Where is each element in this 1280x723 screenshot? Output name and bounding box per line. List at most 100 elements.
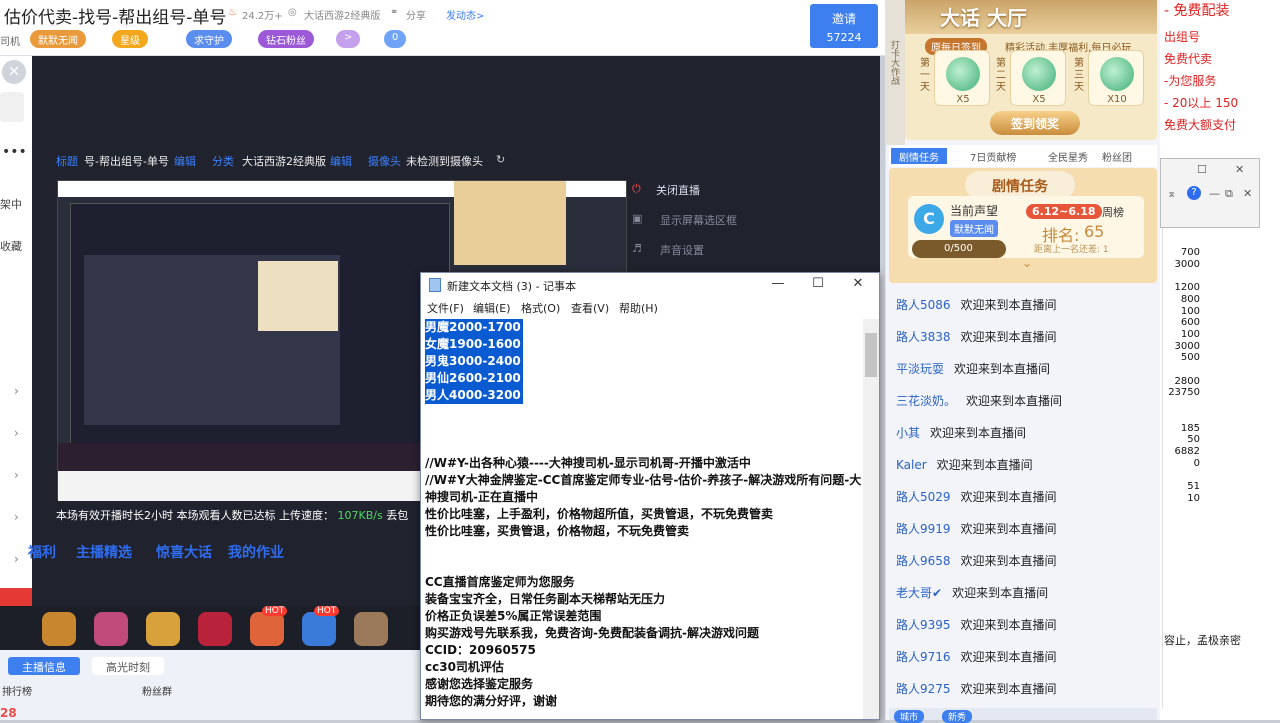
notepad-text-area[interactable]: 男魔2000-1700 女魔1900-1600 男鬼3000-2400 男仙26… (425, 319, 863, 717)
signin-claim-button[interactable]: 签到领奖 (990, 111, 1080, 135)
cell-value[interactable]: 700 (1164, 247, 1200, 258)
gift-item[interactable] (302, 612, 336, 646)
input-fragment[interactable] (0, 92, 24, 122)
edit-title-link[interactable]: 编辑 (174, 153, 196, 169)
minimize-button[interactable]: — (763, 276, 793, 294)
cell-value[interactable]: 500 (1164, 352, 1200, 363)
chat-username[interactable]: 平淡玩耍 (896, 362, 944, 376)
tab-highlights[interactable]: 高光时刻 (92, 657, 164, 675)
tab-7day-contrib[interactable]: 7日贡献榜 (962, 148, 1024, 164)
sound-settings-button[interactable]: 声音设置 (660, 242, 704, 258)
leaderboard-link[interactable]: 排行榜 (2, 683, 32, 698)
cell-value[interactable]: 2800 (1164, 376, 1200, 387)
menu-file[interactable]: 文件(F) (427, 300, 464, 316)
chat-username[interactable]: 路人5086 (896, 298, 951, 312)
expand-chevron-icon[interactable]: ⌄ (1022, 256, 1032, 270)
chat-username[interactable]: 路人3838 (896, 330, 951, 344)
badge-fans-count[interactable]: 0 (384, 30, 407, 48)
close-icon[interactable]: ✕ (1243, 187, 1252, 200)
chat-username[interactable]: 路人9658 (896, 554, 951, 568)
refresh-icon[interactable]: ↻ (496, 153, 505, 166)
city-button[interactable]: 城市 (894, 710, 925, 723)
surprise-tile[interactable]: 惊喜大话 (156, 542, 212, 562)
menu-help[interactable]: 帮助(H) (619, 300, 658, 316)
cell-value[interactable]: 0 (1164, 458, 1200, 469)
chevron-right-icon[interactable]: › (14, 468, 19, 482)
more-icon[interactable]: ••• (2, 144, 27, 160)
help-icon[interactable]: ? (1187, 186, 1201, 200)
cell-value[interactable]: 23750 (1164, 387, 1200, 398)
chat-username[interactable]: Kaler (896, 458, 927, 472)
sidebar-item[interactable]: 架中 (0, 196, 22, 212)
close-icon[interactable]: ✕ (1235, 163, 1244, 176)
cell-value[interactable]: 185 (1164, 423, 1200, 434)
restore-icon[interactable]: ⧉ (1225, 187, 1233, 201)
badge-fame[interactable]: 默默无闻 (30, 30, 86, 48)
chevron-right-icon[interactable]: › (14, 510, 19, 524)
maximize-button[interactable]: ☐ (803, 276, 833, 294)
invite-button[interactable]: 邀请 57224 (810, 4, 878, 48)
edit-category-link[interactable]: 编辑 (330, 153, 352, 169)
cell-value[interactable]: 50 (1164, 434, 1200, 445)
gift-item[interactable] (94, 612, 128, 646)
cell-value[interactable]: 6882 (1164, 446, 1200, 457)
tab-fan-club[interactable]: 粉丝团 (1094, 148, 1140, 164)
cell-value[interactable]: 3000 (1164, 341, 1200, 352)
chevron-right-icon[interactable]: › (14, 552, 19, 566)
homework-tile[interactable]: 我的作业 (228, 542, 284, 562)
menu-view[interactable]: 查看(V) (571, 300, 609, 316)
chat-username[interactable]: 路人9395 (896, 618, 951, 632)
scrollbar-thumb[interactable] (865, 333, 877, 377)
gift-item[interactable] (42, 612, 76, 646)
share-button[interactable]: 分享 (406, 7, 426, 22)
post-dynamic-link[interactable]: 发动态> (446, 7, 484, 22)
badge-star[interactable]: 星级 (112, 30, 148, 48)
close-icon[interactable]: ✕ (2, 60, 26, 84)
chevron-right-icon[interactable]: › (14, 426, 19, 440)
chat-username[interactable]: 路人9919 (896, 522, 951, 536)
notepad-scrollbar[interactable] (863, 319, 879, 719)
chat-username[interactable]: 路人5029 (896, 490, 951, 504)
tab-anchor-info[interactable]: 主播信息 (8, 657, 80, 675)
notepad-titlebar[interactable]: 新建文本文档 (3) - 记事本 — ☐ ✕ (421, 273, 879, 297)
badge-diamond-fan[interactable]: 钻石粉丝 (258, 30, 314, 48)
signin-day-3[interactable]: X10 (1088, 50, 1144, 106)
rookie-button[interactable]: 新秀 (942, 710, 973, 723)
cell-value[interactable]: 800 (1164, 294, 1200, 305)
welfare-tile[interactable]: 福利 (28, 542, 56, 562)
tab-star-show[interactable]: 全民星秀 (1040, 148, 1096, 164)
signin-day-1[interactable]: X5 (934, 50, 990, 106)
anchor-picks-tile[interactable]: 主播精选 (76, 542, 132, 562)
gift-item[interactable] (250, 612, 284, 646)
menu-edit[interactable]: 编辑(E) (473, 300, 511, 316)
chat-username[interactable]: 路人9716 (896, 650, 951, 664)
badge-more[interactable]: > (336, 30, 361, 48)
stop-live-button[interactable]: 关闭直播 (656, 182, 700, 198)
cell-value[interactable]: 10 (1164, 493, 1200, 504)
cell-value[interactable]: 600 (1164, 317, 1200, 328)
side-ad-strip[interactable]: 打卡大作战 (885, 0, 905, 145)
game-link[interactable]: 大话西游2经典版 (304, 7, 380, 22)
gift-item[interactable] (198, 612, 232, 646)
cell-value[interactable]: 51 (1164, 481, 1200, 492)
maximize-icon[interactable]: ☐ (1197, 163, 1207, 176)
badge-guard[interactable]: 求守护 (186, 30, 232, 48)
chat-username[interactable]: 老大哥✔ (896, 586, 942, 600)
chevron-right-icon[interactable]: › (14, 384, 19, 398)
ribbon-collapse-icon[interactable]: ⌅ (1167, 187, 1176, 200)
cell-value[interactable]: 100 (1164, 306, 1200, 317)
sidebar-item[interactable]: 收藏 (0, 238, 22, 254)
minimize-icon[interactable]: — (1209, 187, 1220, 200)
fans-group-link[interactable]: 粉丝群 (142, 683, 172, 698)
cell-value[interactable]: 3000 (1164, 259, 1200, 270)
gift-item[interactable] (354, 612, 388, 646)
menu-format[interactable]: 格式(O) (521, 300, 560, 316)
gift-item[interactable] (146, 612, 180, 646)
signin-day-2[interactable]: X5 (1010, 50, 1066, 106)
show-region-toggle[interactable]: 显示屏幕选区框 (660, 212, 737, 228)
cell-value[interactable]: 100 (1164, 329, 1200, 340)
close-button[interactable]: ✕ (843, 276, 873, 294)
tab-story-task[interactable]: 剧情任务 (891, 148, 947, 164)
cell-value[interactable]: 1200 (1164, 282, 1200, 293)
chat-username[interactable]: 三花淡奶。 (896, 394, 956, 408)
